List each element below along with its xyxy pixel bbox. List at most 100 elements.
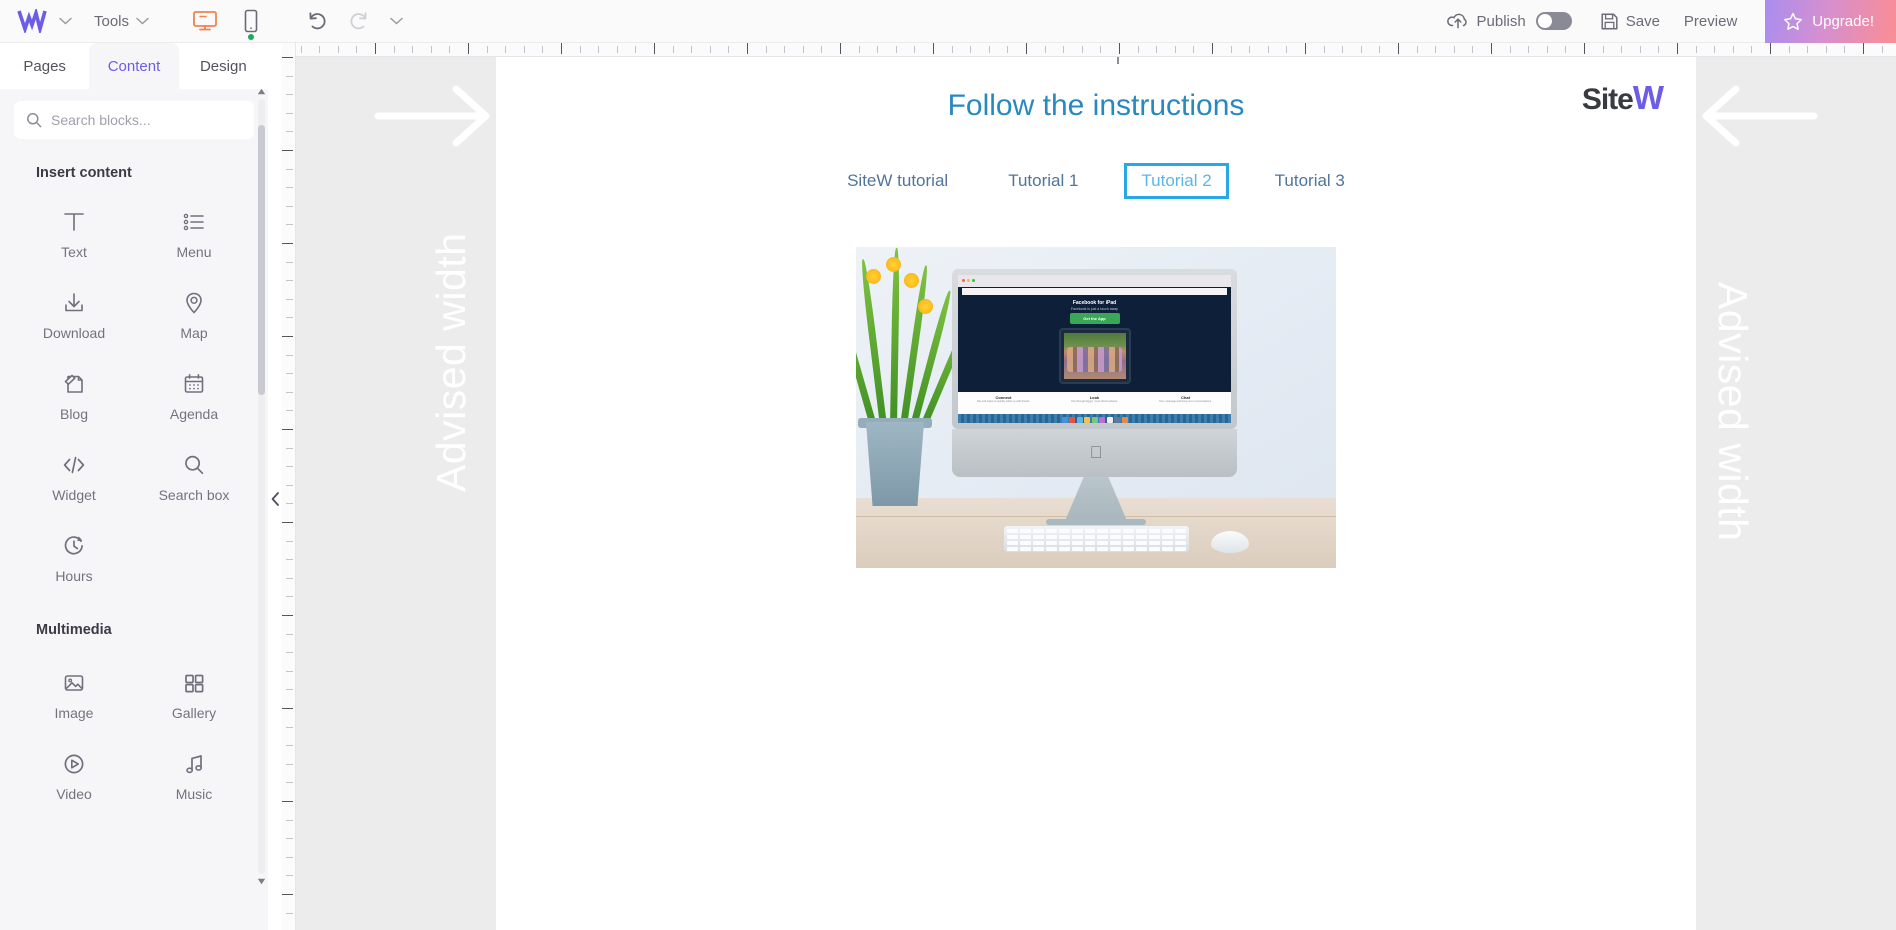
ruler-tick: [709, 46, 711, 53]
tab-design[interactable]: Design: [178, 43, 268, 89]
ruler-tick: [286, 838, 293, 840]
insert-content-grid: Text Menu Download Map Blog Agenda Widge…: [0, 181, 268, 590]
ruler-tick: [1081, 46, 1083, 53]
photo-site-group-photo: [1063, 333, 1126, 379]
redo-arrow-icon[interactable]: [343, 6, 373, 36]
block-blog[interactable]: Blog: [14, 365, 134, 428]
block-video[interactable]: Video: [14, 745, 134, 808]
publish-control[interactable]: Publish: [1446, 11, 1572, 31]
block-widget[interactable]: Widget: [14, 446, 134, 509]
ruler-tick: [430, 46, 432, 53]
vertical-ruler[interactable]: [282, 43, 296, 930]
desktop-monitor-icon[interactable]: [189, 6, 221, 36]
ruler-tick: [1137, 46, 1139, 53]
ruler-tick: [286, 819, 293, 821]
block-agenda[interactable]: Agenda: [134, 365, 254, 428]
page-heading[interactable]: Follow the instructions: [496, 57, 1696, 123]
triangle-up-icon[interactable]: [257, 87, 266, 96]
search-blocks-wrapper: Search blocks...: [0, 89, 268, 139]
calendar-icon: [181, 371, 207, 397]
block-gallery[interactable]: Gallery: [134, 664, 254, 727]
photo-macos-dock: [958, 414, 1231, 423]
sitew-site-logo[interactable]: SiteW: [1582, 79, 1664, 117]
block-text[interactable]: Text: [14, 203, 134, 266]
ruler-tick: [523, 46, 525, 53]
tools-label: Tools: [94, 12, 130, 30]
block-gallery-label: Gallery: [171, 705, 217, 721]
ruler-tick: [319, 46, 321, 53]
section-title-multimedia: Multimedia: [36, 622, 112, 638]
tools-menu[interactable]: Tools: [94, 13, 149, 30]
website-page[interactable]: e SiteW Follow the instructions SiteW tu…: [496, 57, 1696, 930]
ruler-tick: [1026, 43, 1027, 54]
block-hours[interactable]: Hours: [14, 527, 134, 590]
block-download-label: Download: [42, 325, 106, 341]
collapse-left-arrow-icon[interactable]: [268, 486, 282, 512]
horizontal-ruler[interactable]: [282, 43, 1896, 57]
mobile-phone-icon[interactable]: [235, 6, 267, 40]
sidebar-scrollbar[interactable]: [257, 88, 266, 885]
ruler-tick: [300, 46, 302, 53]
block-menu-label: Menu: [176, 244, 212, 260]
history-chevron-down-icon[interactable]: [383, 0, 409, 43]
ruler-tick: [286, 280, 293, 282]
ruler-tick: [486, 46, 488, 53]
upgrade-button[interactable]: Upgrade!: [1765, 0, 1896, 43]
ruler-tick: [635, 46, 637, 53]
tutorial-link-sitew-tutorial[interactable]: SiteW tutorial: [817, 171, 978, 191]
ruler-tick: [286, 224, 293, 226]
photo-feature-text: Tap and swipe to quickly catch up with f…: [976, 400, 1031, 403]
sidebar-tabs: Pages Content Design: [0, 43, 268, 89]
photo-flower: [866, 269, 881, 284]
sitew-w-logo[interactable]: [12, 6, 52, 36]
ruler-tick: [1230, 46, 1232, 53]
preview-button[interactable]: Preview: [1684, 13, 1737, 30]
ruler-tick: [1174, 46, 1176, 53]
block-menu[interactable]: Menu: [134, 203, 254, 266]
ruler-tick: [286, 484, 293, 486]
photo-browser-urlbar: [962, 288, 1227, 295]
undo-arrow-icon[interactable]: [303, 6, 333, 36]
block-map[interactable]: Map: [134, 284, 254, 347]
advised-width-gutter-right: Advised width: [1696, 57, 1896, 930]
photo-site-button: Get the App: [1069, 313, 1120, 324]
photo-flower: [904, 273, 919, 288]
apple-logo-icon: : [1090, 443, 1103, 463]
ruler-tick: [542, 46, 544, 53]
block-music[interactable]: Music: [134, 745, 254, 808]
brand-chevron-down-icon[interactable]: [52, 0, 78, 43]
save-button[interactable]: Save: [1600, 12, 1660, 31]
search-input[interactable]: Search blocks...: [14, 101, 254, 139]
publish-toggle[interactable]: [1535, 12, 1572, 30]
ruler-tick: [802, 46, 804, 53]
ruler-tick: [286, 373, 293, 375]
advised-width-label-left: Advised width: [428, 232, 474, 492]
tab-content[interactable]: Content: [89, 43, 179, 89]
triangle-down-icon[interactable]: [257, 877, 266, 886]
ruler-tick: [784, 46, 786, 53]
ruler-tick: [393, 46, 395, 53]
ruler-tick: [1528, 46, 1530, 53]
tab-pages[interactable]: Pages: [0, 43, 90, 89]
imac-desk-photo[interactable]: Facebook for iPad Facebook is just a tou…: [856, 247, 1336, 568]
ruler-tick: [1825, 46, 1827, 53]
block-download[interactable]: Download: [14, 284, 134, 347]
block-search-box-label: Search box: [158, 487, 230, 503]
block-image[interactable]: Image: [14, 664, 134, 727]
tutorial-link-label: Tutorial 2: [1141, 171, 1212, 190]
ruler-tick: [691, 46, 693, 53]
upgrade-label: Upgrade!: [1812, 12, 1874, 30]
ruler-tick: [1323, 46, 1325, 53]
tutorial-link-tutorial-1[interactable]: Tutorial 1: [978, 171, 1108, 191]
ruler-tick: [286, 391, 293, 393]
tutorial-link-tutorial-2[interactable]: Tutorial 2: [1124, 163, 1229, 199]
photo-browser-chrome: [958, 275, 1231, 287]
scrollbar-thumb[interactable]: [258, 125, 265, 395]
ruler-tick: [286, 112, 293, 114]
tutorial-link-tutorial-3[interactable]: Tutorial 3: [1245, 171, 1375, 191]
ruler-tick: [286, 912, 293, 914]
ruler-tick: [1677, 43, 1678, 54]
ruler-tick: [286, 540, 293, 542]
ruler-tick: [286, 745, 293, 747]
block-search-box[interactable]: Search box: [134, 446, 254, 509]
